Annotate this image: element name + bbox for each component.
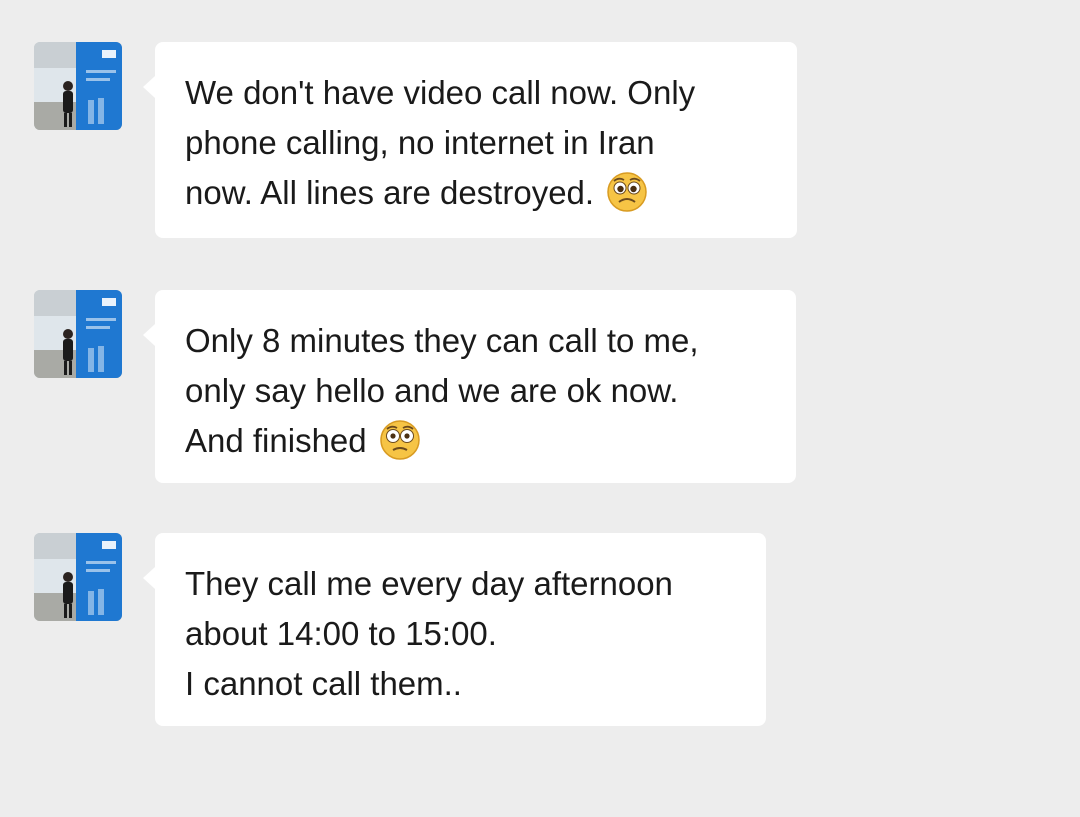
pleading-face-emoji-icon [606, 171, 648, 213]
message-bubble[interactable]: They call me every day afternoon about 1… [143, 533, 766, 726]
message-bubble[interactable]: We don't have video call now. Only phone… [143, 42, 797, 238]
message-text-line: about 14:00 to 15:00. [185, 615, 497, 652]
message-text: And finished [185, 422, 367, 459]
avatar[interactable] [34, 533, 122, 621]
message-text-line: And finished [185, 416, 766, 466]
avatar[interactable] [34, 42, 122, 130]
flushed-face-emoji-icon [379, 419, 421, 461]
avatar[interactable] [34, 290, 122, 378]
message-text-line: only say hello and we are ok now. [185, 372, 679, 409]
message-text-line: I cannot call them.. [185, 665, 462, 702]
user-photo-avatar-icon [34, 42, 122, 130]
message-bubble[interactable]: Only 8 minutes they can call to me, only… [143, 290, 796, 483]
message-text: now. All lines are destroyed. [185, 174, 595, 211]
user-photo-avatar-icon [34, 533, 122, 621]
message-text-line: phone calling, no internet in Iran [185, 124, 655, 161]
message-text-line: We don't have video call now. Only [185, 74, 696, 111]
user-photo-avatar-icon [34, 290, 122, 378]
message-text-line: Only 8 minutes they can call to me, [185, 322, 699, 359]
message-text-line: now. All lines are destroyed. [185, 168, 767, 218]
message-text-line: They call me every day afternoon [185, 565, 673, 602]
chat-thread: We don't have video call now. Only phone… [0, 0, 1080, 817]
